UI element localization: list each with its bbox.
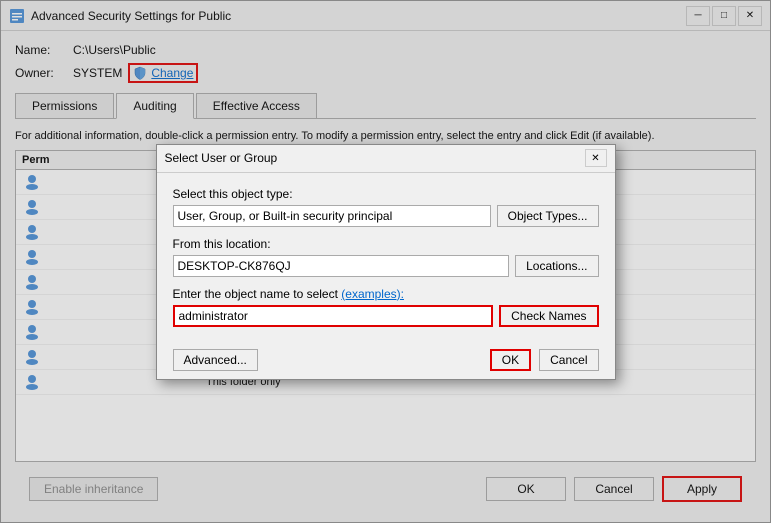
location-group: From this location: Locations... [173, 237, 599, 277]
object-type-group: Select this object type: Object Types... [173, 187, 599, 227]
dialog-footer: Advanced... OK Cancel [157, 341, 615, 379]
location-row: Locations... [173, 255, 599, 277]
object-type-label: Select this object type: [173, 187, 599, 201]
object-types-button[interactable]: Object Types... [497, 205, 599, 227]
examples-link[interactable]: (examples): [341, 287, 404, 301]
advanced-button[interactable]: Advanced... [173, 349, 258, 371]
locations-button[interactable]: Locations... [515, 255, 598, 277]
dialog-close-button[interactable]: ✕ [585, 149, 607, 167]
location-label: From this location: [173, 237, 599, 251]
select-user-dialog: Select User or Group ✕ Select this objec… [156, 144, 616, 380]
check-names-button[interactable]: Check Names [499, 305, 598, 327]
object-name-input[interactable] [173, 305, 494, 327]
object-type-row: Object Types... [173, 205, 599, 227]
object-name-label: Enter the object name to select (example… [173, 287, 599, 301]
object-name-row: Check Names [173, 305, 599, 327]
object-type-input[interactable] [173, 205, 491, 227]
object-name-group: Enter the object name to select (example… [173, 287, 599, 327]
dialog-title: Select User or Group [165, 151, 278, 165]
dialog-cancel-button[interactable]: Cancel [539, 349, 598, 371]
dialog-ok-button[interactable]: OK [490, 349, 531, 371]
dialog-title-bar: Select User or Group ✕ [157, 145, 615, 173]
dialog-body: Select this object type: Object Types...… [157, 173, 615, 341]
dialog-overlay: Select User or Group ✕ Select this objec… [1, 1, 770, 522]
location-input[interactable] [173, 255, 510, 277]
main-window: Advanced Security Settings for Public ─ … [0, 0, 771, 523]
